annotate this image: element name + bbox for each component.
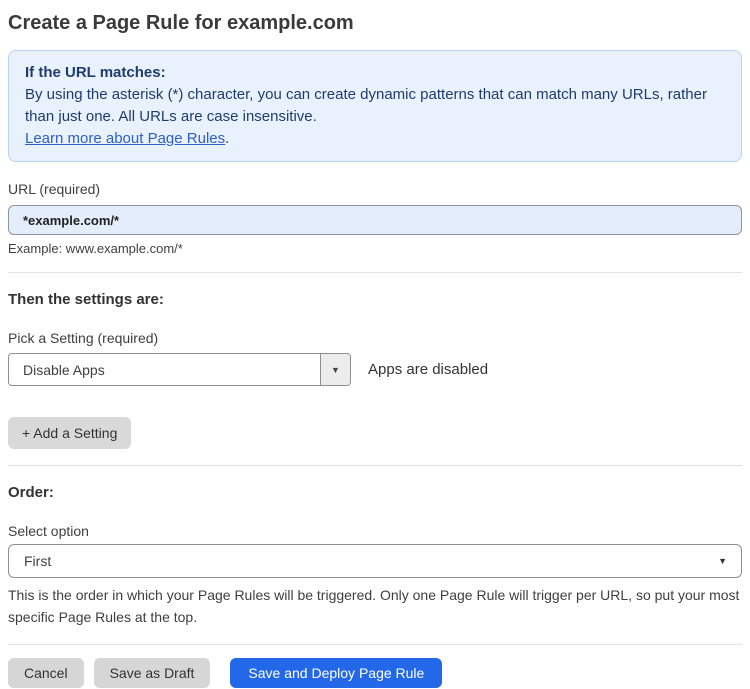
footer-actions: Cancel Save as Draft Save and Deploy Pag… (8, 658, 742, 688)
setting-status-text: Apps are disabled (368, 361, 489, 378)
pick-setting-label: Pick a Setting (required) (8, 330, 159, 346)
save-as-draft-button[interactable]: Save as Draft (93, 658, 211, 688)
info-box-body: By using the asterisk (*) character, you… (25, 86, 707, 125)
url-match-info-box: If the URL matches: By using the asteris… (8, 50, 742, 162)
order-select[interactable]: First ▼ (8, 544, 742, 578)
order-section-heading: Order: (8, 484, 54, 501)
chevron-down-icon[interactable]: ▼ (320, 354, 350, 385)
save-and-deploy-button[interactable]: Save and Deploy Page Rule (230, 658, 443, 688)
order-select-value: First (24, 553, 52, 569)
order-select-label: Select option (8, 523, 89, 539)
settings-section-heading: Then the settings are: (8, 291, 164, 308)
info-box-heading: If the URL matches: (25, 64, 166, 81)
link-suffix: . (225, 130, 230, 147)
order-help-text: This is the order in which your Page Rul… (8, 587, 740, 625)
add-setting-button[interactable]: + Add a Setting (8, 417, 132, 449)
url-input[interactable] (8, 205, 742, 235)
setting-row: Disable Apps ▼ Apps are disabled (8, 353, 742, 386)
cancel-button[interactable]: Cancel (8, 658, 84, 688)
divider (8, 644, 742, 645)
learn-more-link[interactable]: Learn more about Page Rules (25, 130, 225, 147)
info-box-link-line: Learn more about Page Rules. (25, 128, 725, 150)
url-example-text: Example: www.example.com/* (8, 241, 183, 256)
create-page-rule-panel: Create a Page Rule for example.com If th… (0, 0, 750, 688)
url-field-label: URL (required) (8, 181, 101, 197)
divider (8, 272, 742, 273)
setting-dropdown[interactable]: Disable Apps ▼ (8, 353, 351, 386)
divider (8, 465, 742, 466)
chevron-down-icon: ▼ (718, 556, 727, 566)
setting-dropdown-value: Disable Apps (23, 361, 105, 378)
page-title: Create a Page Rule for example.com (8, 12, 354, 34)
